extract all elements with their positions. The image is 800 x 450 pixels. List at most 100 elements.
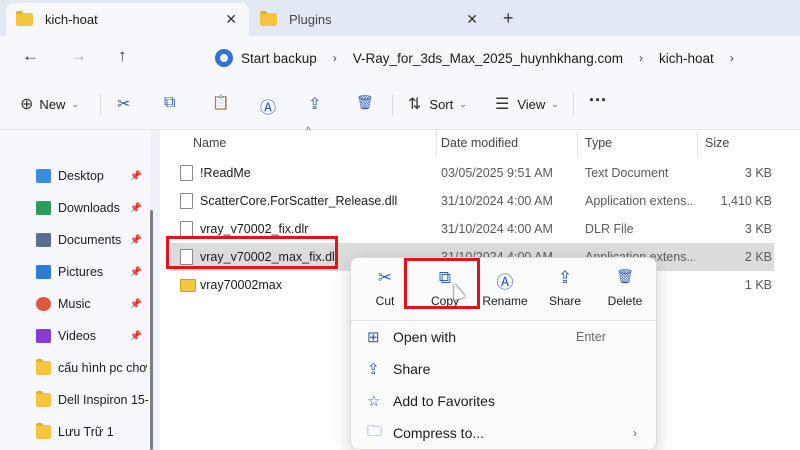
column-header-name[interactable]: Name: [193, 136, 226, 150]
file-size: 1,410 KB: [720, 194, 772, 208]
sort-label: Sort: [429, 96, 454, 112]
sidebar-item-videos[interactable]: Videos 📌: [36, 325, 148, 347]
trash-icon: 🗑: [616, 268, 634, 284]
column-header-date[interactable]: Date modified: [441, 136, 518, 150]
sidebar-item-folder[interactable]: cấu hình pc chơ: [36, 357, 148, 379]
sidebar-item-label: Dell Inspiron 15-: [58, 393, 148, 407]
file-size: 3 KB: [744, 222, 772, 236]
pin-icon[interactable]: 📌: [130, 171, 142, 182]
share-icon: ⇪: [557, 268, 573, 287]
file-type: Application extens...: [585, 194, 695, 208]
file-size: 3 KB: [744, 166, 772, 180]
column-divider[interactable]: [577, 130, 578, 156]
sort-ascending-icon: ^: [306, 126, 311, 137]
text-file-icon: [180, 165, 193, 181]
context-item-label: Compress to...: [393, 425, 485, 441]
forward-button[interactable]: →: [70, 46, 87, 66]
new-tab-button[interactable]: +: [503, 8, 514, 29]
tab-plugins[interactable]: Plugins ✕: [250, 3, 490, 36]
more-icon: ···: [589, 90, 607, 110]
sidebar-item-pictures[interactable]: Pictures 📌: [36, 261, 148, 283]
sidebar-item-desktop[interactable]: Desktop 📌: [36, 165, 148, 187]
pictures-icon: [36, 265, 51, 279]
column-header-size[interactable]: Size: [705, 136, 729, 150]
up-button[interactable]: ↑: [118, 46, 127, 66]
sidebar-scrollbar[interactable]: [150, 210, 153, 450]
context-delete-button[interactable]: 🗑 Delete: [595, 266, 655, 316]
copy-button[interactable]: ⧉: [164, 94, 175, 112]
tab-kich-hoat[interactable]: kich-hoat ✕: [6, 3, 249, 36]
zip-archive-icon: [180, 279, 196, 292]
breadcrumb-separator[interactable]: ›: [730, 51, 734, 65]
sidebar-item-folder[interactable]: Dell Inspiron 15-: [36, 389, 148, 411]
file-name: vray_v70002_fix.dlr: [200, 222, 309, 236]
context-share[interactable]: ⇪ Share: [351, 353, 656, 385]
file-date: 31/10/2024 4:00 AM: [441, 222, 553, 236]
folder-icon: [36, 423, 51, 439]
file-date: 31/10/2024 4:00 AM: [441, 194, 553, 208]
context-compress-to[interactable]: 🗀 Compress to... ›: [351, 417, 656, 449]
command-bar: ⊕ New ⌄ ✂ ⧉ 📋 Ⓐ ⇪ 🗑 ⇅ Sort ⌄ ☰ View ⌄ ··…: [0, 80, 800, 130]
context-menu: ✂ Cut ⧉ Copy Ⓐ Rename ⇪ Share 🗑 Delete ⊞…: [350, 257, 657, 450]
sidebar-item-documents[interactable]: Documents 📌: [36, 229, 148, 251]
context-open-with[interactable]: ⊞ Open with Enter: [351, 321, 656, 353]
close-tab-icon[interactable]: ✕: [466, 11, 478, 28]
view-button[interactable]: ☰ View ⌄: [495, 94, 559, 114]
pin-icon[interactable]: 📌: [130, 331, 142, 342]
sidebar-item-folder[interactable]: Lưu Trữ 1: [36, 421, 148, 443]
sidebar-item-label: Music: [58, 297, 91, 311]
breadcrumb-separator[interactable]: ›: [333, 51, 337, 65]
back-button[interactable]: ←: [22, 46, 39, 66]
file-type: DLR File: [585, 222, 634, 236]
paste-button[interactable]: 📋: [212, 94, 229, 111]
new-button[interactable]: ⊕ New ⌄: [20, 94, 79, 114]
column-header-type[interactable]: Type: [585, 136, 612, 150]
star-icon: ☆: [367, 393, 381, 410]
view-label: View: [517, 96, 546, 112]
folder-icon: [36, 391, 51, 407]
table-row[interactable]: ScatterCore.ForScatter_Release.dll 31/10…: [170, 187, 774, 215]
dll-file-icon: [180, 193, 193, 209]
sidebar-item-label: Downloads: [58, 201, 120, 215]
sidebar-item-label: Lưu Trữ 1: [58, 425, 114, 439]
tab-label: Plugins: [289, 12, 332, 27]
trash-icon: 🗑: [356, 94, 374, 110]
cut-button[interactable]: ✂: [117, 94, 130, 114]
breadcrumb-vray-folder[interactable]: V-Ray_for_3ds_Max_2025_huynhkhang.com: [353, 51, 623, 66]
pin-icon[interactable]: 📌: [130, 235, 142, 246]
sidebar-item-music[interactable]: Music 📌: [36, 293, 148, 315]
pin-icon[interactable]: 📌: [130, 203, 142, 214]
divider: [573, 94, 574, 116]
sidebar-item-label: Videos: [58, 329, 96, 343]
column-divider[interactable]: [436, 130, 437, 156]
context-share-button[interactable]: ⇪ Share: [535, 266, 595, 316]
rename-icon: Ⓐ: [496, 273, 514, 292]
delete-button[interactable]: 🗑: [356, 94, 374, 111]
share-icon: ⇪: [308, 96, 322, 113]
pin-icon[interactable]: 📌: [130, 267, 142, 278]
sort-button[interactable]: ⇅ Sort ⌄: [408, 94, 467, 114]
close-tab-icon[interactable]: ✕: [225, 11, 237, 28]
folder-icon: [36, 359, 51, 375]
breadcrumb-start-backup[interactable]: Start backup: [241, 51, 317, 66]
context-add-to-favorites[interactable]: ☆ Add to Favorites: [351, 385, 656, 417]
context-rename-button[interactable]: Ⓐ Rename: [475, 266, 535, 316]
share-button[interactable]: ⇪: [308, 94, 321, 114]
breadcrumb-kich-hoat[interactable]: kich-hoat: [659, 51, 714, 66]
file-date: 03/05/2025 9:51 AM: [441, 166, 553, 180]
rename-button[interactable]: Ⓐ: [260, 94, 276, 118]
videos-icon: [36, 329, 51, 343]
divider: [392, 94, 393, 116]
column-divider[interactable]: [697, 130, 698, 156]
sidebar-item-label: Pictures: [58, 265, 104, 279]
table-row[interactable]: !ReadMe 03/05/2025 9:51 AM Text Document…: [170, 159, 774, 187]
sort-icon: ⇅: [408, 96, 422, 113]
breadcrumb-separator[interactable]: ›: [639, 51, 643, 65]
address-bar[interactable]: Start backup › V-Ray_for_3ds_Max_2025_hu…: [205, 40, 800, 76]
folder-icon: [16, 11, 33, 26]
more-options-button[interactable]: ···: [589, 90, 607, 111]
chevron-down-icon: ⌄: [551, 98, 559, 109]
sidebar-item-downloads[interactable]: Downloads 📌: [36, 197, 148, 219]
pin-icon[interactable]: 📌: [130, 299, 142, 310]
sidebar-item-label: Desktop: [58, 169, 104, 183]
